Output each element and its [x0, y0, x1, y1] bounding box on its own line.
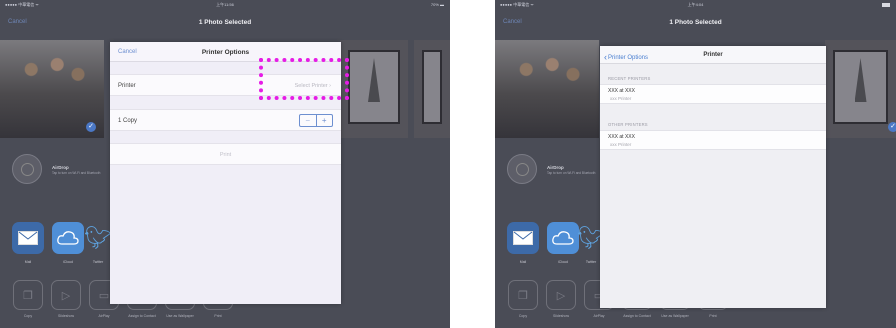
photo-thumbnail[interactable]	[825, 40, 896, 138]
sheet-title: Printer	[703, 52, 723, 58]
back-button[interactable]: ‹Printer Options	[604, 51, 649, 62]
action-copy[interactable]: ❐ Copy	[12, 280, 44, 319]
app-label: iCloud	[558, 260, 568, 264]
battery-icon	[880, 2, 890, 7]
share-app-twitter[interactable]: 🐦︎ Twitter	[577, 222, 605, 264]
photo-thumbnail[interactable]	[495, 40, 599, 138]
nav-title: 1 Photo Selected	[669, 19, 722, 26]
carrier-text: ●●●●● 中華電信 ᯤ	[5, 2, 39, 7]
print-button[interactable]: Print	[110, 152, 341, 158]
twitter-bird-icon: 🐦︎	[84, 225, 112, 250]
share-app-icloud[interactable]: iCloud	[547, 222, 579, 264]
cancel-button[interactable]: Cancel	[8, 19, 27, 25]
status-bar: ●●●●● 中華電信 ᯤ 上午4:04	[495, 0, 896, 9]
photo-thumbnail[interactable]	[340, 40, 408, 138]
app-label: iCloud	[63, 260, 73, 264]
action-label: Assign to Contact	[623, 314, 651, 318]
action-label: Slideshow	[58, 314, 74, 318]
sheet-header: ‹Printer Options Printer	[600, 46, 826, 64]
action-copy[interactable]: ❐ Copy	[507, 280, 539, 319]
back-label: Printer Options	[608, 55, 649, 61]
cancel-button[interactable]: Cancel	[503, 19, 522, 25]
copies-label: 1 Copy	[118, 118, 138, 124]
printer-list-item[interactable]: XXX at XXX xxx Printer	[600, 130, 826, 150]
twitter-bird-icon: 🐦︎	[577, 225, 605, 250]
chevron-left-icon: ‹	[604, 52, 607, 62]
other-printers-header: OTHER PRINTERS	[608, 122, 648, 127]
action-label: Print	[709, 314, 717, 318]
share-nav-bar: Cancel 1 Photo Selected	[495, 9, 896, 34]
copies-row: 1 Copy − +	[110, 109, 341, 131]
sheet-cancel-button[interactable]: Cancel	[118, 49, 137, 55]
app-label: Twitter	[92, 260, 104, 264]
status-time: 上午11:56	[216, 2, 234, 7]
cloud-icon	[547, 222, 579, 254]
printer-name: XXX at XXX	[608, 88, 635, 94]
airdrop-subtitle: Tap to turn on Wi-Fi and Bluetooth	[547, 171, 596, 175]
mail-icon	[12, 222, 44, 254]
print-row[interactable]: Print	[110, 143, 341, 165]
action-label: Copy	[518, 314, 528, 318]
share-nav-bar: Cancel 1 Photo Selected	[0, 9, 450, 34]
action-label: AirPlay	[98, 314, 110, 318]
nav-title: 1 Photo Selected	[198, 19, 252, 26]
action-slideshow[interactable]: ▷ Slideshow	[545, 280, 577, 319]
mail-icon	[507, 222, 539, 254]
select-printer-highlight-box	[259, 58, 349, 100]
action-label: Print	[214, 314, 222, 318]
airdrop-title: AirDrop	[547, 165, 564, 170]
airdrop-title: AirDrop	[52, 165, 69, 170]
action-label: Use as Wallpaper	[661, 314, 689, 318]
action-label: Slideshow	[553, 314, 569, 318]
action-label: Use as Wallpaper	[166, 314, 194, 318]
status-bar: ●●●●● 中華電信 ᯤ 上午11:56 70% ▬	[0, 0, 450, 9]
printer-type: xxx Printer	[610, 142, 632, 147]
printer-name: XXX at XXX	[608, 134, 635, 140]
printer-type: xxx Printer	[610, 96, 632, 101]
printer-label: Printer	[118, 83, 136, 89]
checkmark-icon: ✓	[888, 122, 896, 132]
app-label: Mail	[24, 260, 32, 264]
cloud-icon	[52, 222, 84, 254]
airdrop-subtitle: Tap to turn on Wi-Fi and Bluetooth	[52, 171, 101, 175]
copies-stepper[interactable]: − +	[299, 114, 333, 127]
action-label: AirPlay	[593, 314, 605, 318]
share-app-mail[interactable]: Mail	[12, 222, 44, 264]
carrier-text: ●●●●● 中華電信 ᯤ	[500, 2, 534, 7]
sheet-title: Printer Options	[201, 49, 250, 56]
photo-thumbnail[interactable]	[414, 40, 450, 138]
status-time: 上午4:04	[687, 2, 704, 7]
play-icon: ▷	[51, 280, 81, 310]
copy-icon: ❐	[13, 280, 43, 310]
decrement-button[interactable]: −	[300, 115, 317, 126]
play-icon: ▷	[546, 280, 576, 310]
action-label: Copy	[23, 314, 33, 318]
increment-button[interactable]: +	[317, 115, 333, 126]
recent-printers-header: RECENT PRINTERS	[608, 76, 651, 81]
action-label: Assign to Contact	[128, 314, 156, 318]
printer-list-sheet: ‹Printer Options Printer RECENT PRINTERS…	[600, 46, 826, 308]
printer-list-item[interactable]: XXX at XXX xxx Printer	[600, 84, 826, 104]
battery-text: 70% ▬	[430, 2, 444, 7]
action-slideshow[interactable]: ▷ Slideshow	[50, 280, 82, 319]
share-app-mail[interactable]: Mail	[507, 222, 539, 264]
share-app-icloud[interactable]: iCloud	[52, 222, 84, 264]
app-label: Twitter	[585, 260, 597, 264]
airdrop-icon	[507, 154, 537, 184]
copy-icon: ❐	[508, 280, 538, 310]
share-app-twitter[interactable]: 🐦︎ Twitter	[84, 222, 112, 264]
checkmark-icon: ✓	[86, 122, 96, 132]
airdrop-icon	[12, 154, 42, 184]
app-label: Mail	[519, 260, 527, 264]
